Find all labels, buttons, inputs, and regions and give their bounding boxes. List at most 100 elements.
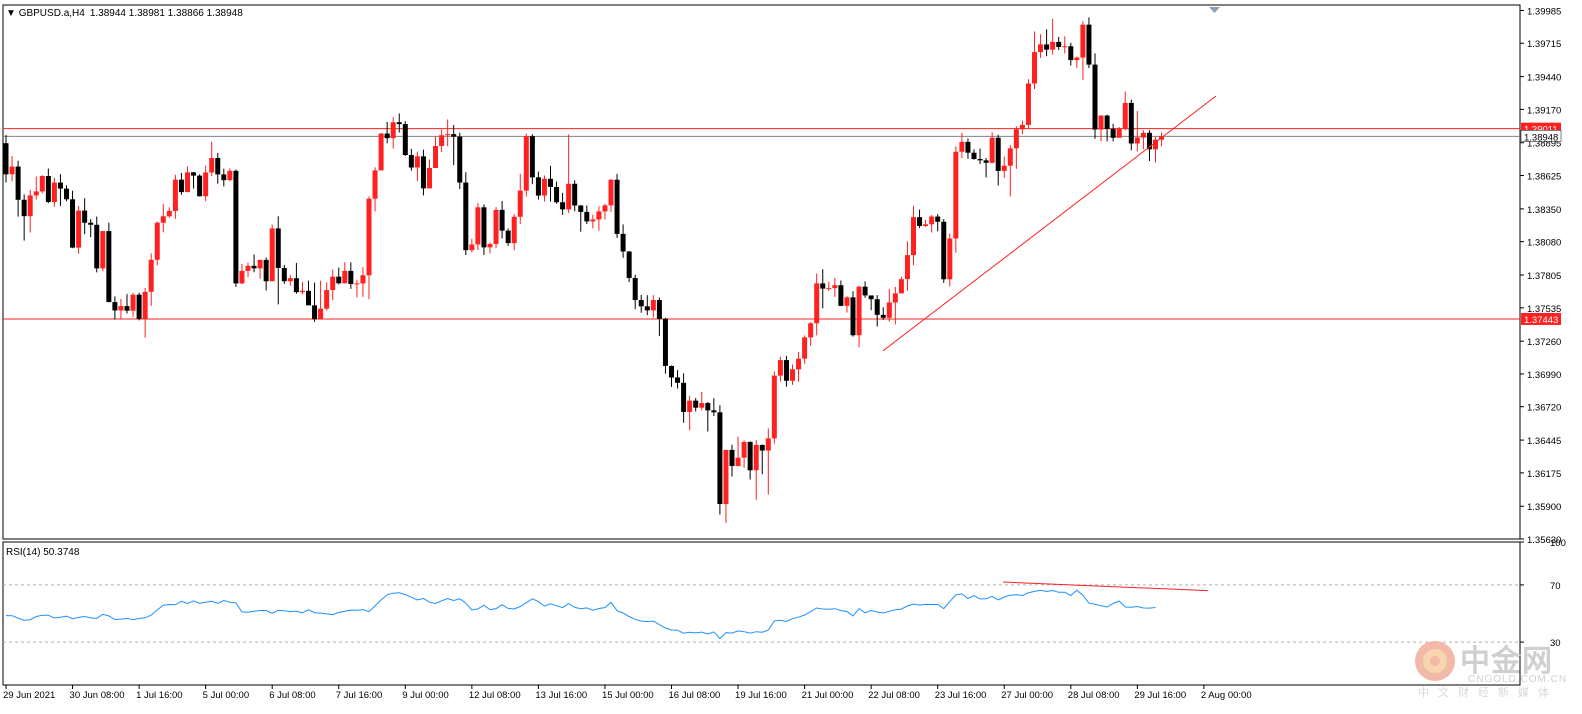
bear-candle [977,148,983,165]
candle-body [971,152,977,160]
cngold-logo-icon [1415,641,1455,681]
rsi-pane[interactable]: 1007030 [2,538,1566,686]
bear-candle [711,398,717,417]
bull-candle [802,335,808,364]
time-tick-label: 5 Jul 00:00 [203,690,249,701]
bear-candle [662,317,668,374]
bull-candle [378,133,384,171]
candle-body [457,136,463,183]
price-pane[interactable]: 1.399851.397151.394401.391701.388951.386… [2,4,1561,546]
time-tick-label: 28 Jul 08:00 [1068,690,1120,701]
candle-body [729,449,735,466]
collapse-arrow-icon[interactable]: ▼ [6,8,19,19]
candle-body [166,210,172,217]
candle-body [1025,83,1031,125]
candle-body [753,444,759,471]
candle-body [917,217,923,227]
candle-body [523,136,529,191]
candle-body [923,224,929,227]
candle-body [596,211,602,220]
bull-candle [1025,79,1031,129]
bear-candle [15,160,21,217]
candle-body [590,219,596,222]
bull-candle [1050,18,1056,55]
time-tick-label: 13 Jul 16:00 [535,690,587,701]
candle-body [106,231,112,303]
bear-candle [656,297,662,337]
price-tick-label: 1.36720 [1527,403,1561,414]
bull-candle [324,282,330,311]
bear-candle [451,125,457,166]
bull-candle [76,205,82,254]
bear-candle [529,134,535,185]
chart-shift-marker-icon[interactable] [1209,7,1220,13]
candle-body [874,299,880,315]
candle-body [257,259,263,269]
candle-body [1140,132,1146,138]
bull-candle [796,351,802,382]
bull-candle [904,241,910,291]
bear-candle [396,113,402,133]
bull-candle [541,175,547,202]
ohlc-readout: 1.38944 1.38981 1.38866 1.38948 [90,8,243,19]
bull-candle [1098,115,1104,142]
rsi-divergence-line[interactable] [1002,581,1209,592]
candle-body [51,182,57,202]
candle-body [384,133,390,139]
candle-body [21,199,27,217]
bull-candle [777,356,783,382]
candle-body [965,141,971,153]
candle-body [783,360,789,381]
candle-body [1056,41,1062,47]
candle-body [687,400,693,412]
candle-body [239,270,245,284]
bull-candle [475,202,481,251]
bear-candle [178,172,184,195]
candle-body [777,360,783,376]
candle-body [33,191,39,196]
bear-candle [457,132,463,189]
bear-candle [281,264,287,284]
candle-body [299,290,305,293]
bull-candle [239,263,245,285]
candle-body [433,146,439,168]
candle-body [366,198,372,276]
candle-body [336,276,342,284]
bull-candle [203,165,209,202]
bear-candle [675,370,681,389]
time-tick-label: 7 Jul 16:00 [336,690,382,701]
candle-body [904,255,910,280]
candle-body [475,207,481,245]
candle-body [1134,137,1140,144]
candle-body [1080,24,1086,58]
candle-body [390,122,396,139]
price-tick-label: 1.35900 [1527,502,1561,513]
candle-body [402,124,408,156]
bear-candle [747,441,753,480]
chart-root[interactable]: 1.399851.397151.394401.391701.388951.386… [0,0,1582,714]
bear-candle [783,355,789,387]
bear-candle [336,267,342,285]
candle-body [281,267,287,282]
candle-body [1116,128,1122,138]
candle-body [396,122,402,125]
time-tick-label: 22 Jul 08:00 [868,690,920,701]
bull-candle [687,395,693,431]
bear-candle [693,397,699,412]
rsi-header: RSI(14) 50.3748 [6,547,80,558]
current-price-label: 1.38948 [1524,132,1558,143]
time-tick-label: 16 Jul 08:00 [669,690,721,701]
bull-candle [118,298,124,319]
bull-candle [166,207,172,218]
candle-body [15,166,21,200]
bear-candle [638,294,644,313]
candle-body [1038,44,1044,53]
candle-body [293,278,299,293]
price-tick-label: 1.38625 [1527,172,1561,183]
bull-candle [923,219,929,227]
candle-body [541,178,547,196]
candle-body [662,318,668,366]
watermark: 中金网 CNGOLD.COM.CN 中文财经新媒体 [1410,632,1580,702]
time-tick-label: 30 Jun 08:00 [70,690,125,701]
price-tick-label: 1.38350 [1527,205,1561,216]
